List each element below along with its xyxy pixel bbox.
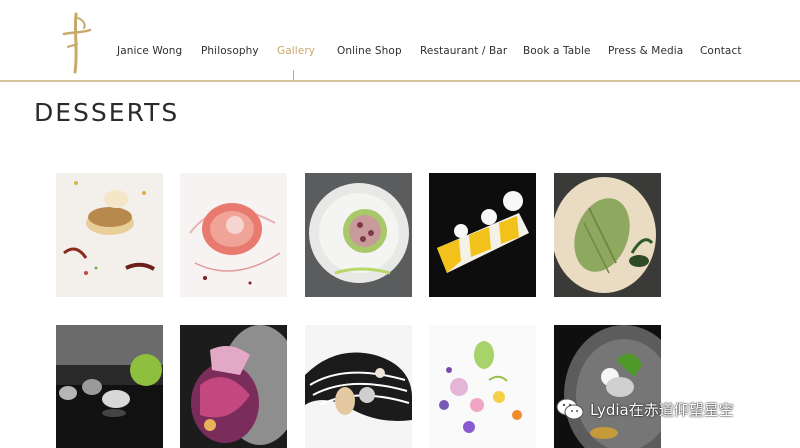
gallery-thumbnail[interactable] — [429, 325, 536, 448]
wechat-icon — [556, 398, 584, 420]
gallery-thumbnail[interactable] — [56, 325, 163, 448]
gallery-thumbnail[interactable] — [305, 173, 412, 297]
watermark: Lydia在赤道仰望星空 — [556, 395, 734, 423]
gallery-thumbnail[interactable] — [554, 173, 661, 297]
watermark-text: Lydia在赤道仰望星空 — [590, 400, 734, 419]
dessert-gallery — [0, 0, 800, 448]
gallery-thumbnail[interactable] — [56, 173, 163, 297]
gallery-thumbnail[interactable] — [180, 173, 287, 297]
gallery-thumbnail[interactable] — [554, 325, 661, 448]
gallery-thumbnail[interactable] — [305, 325, 412, 448]
gallery-thumbnail[interactable] — [429, 173, 536, 297]
gallery-thumbnail[interactable] — [180, 325, 287, 448]
